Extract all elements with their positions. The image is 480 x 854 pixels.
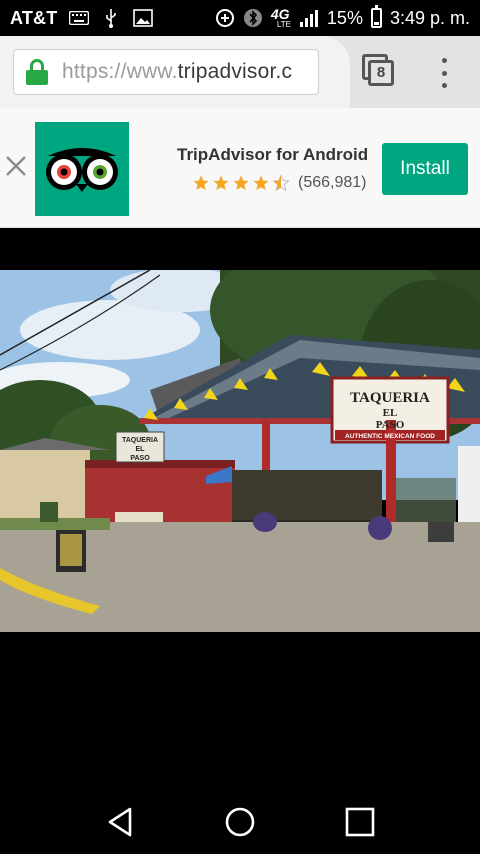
lock-icon[interactable]	[26, 59, 48, 85]
app-title: TripAdvisor for Android	[177, 145, 369, 164]
gallery-icon	[133, 8, 154, 28]
tab-count: 8	[368, 60, 394, 86]
rating-row: (566,981)	[192, 174, 367, 192]
overflow-menu-button[interactable]	[436, 58, 452, 88]
signal-icon	[299, 8, 319, 28]
menu-dot-icon	[441, 83, 447, 88]
rating-count: (566,981)	[298, 174, 367, 191]
browser-toolbar: https://www.tripadvisor.c 8	[0, 36, 480, 108]
bluetooth-icon	[243, 8, 263, 28]
status-bar: AT&T 4G LTE 15% 3:49 p. m.	[0, 0, 480, 36]
small-sign-line3: PASO	[130, 455, 150, 462]
app-logo[interactable]	[35, 122, 129, 216]
star-icon	[213, 175, 229, 191]
data-saver-icon	[215, 8, 235, 28]
restaurant-photo[interactable]: TAQUERIA EL PASO AUTHENTIC MEXICAN FOOD …	[0, 270, 480, 632]
small-sign-line1: TAQUERIA	[122, 437, 158, 444]
carrier-label: AT&T	[10, 7, 58, 28]
close-icon[interactable]	[4, 154, 28, 178]
menu-dot-icon	[441, 58, 447, 63]
system-nav-bar	[0, 790, 480, 854]
back-icon[interactable]	[100, 802, 140, 842]
home-icon[interactable]	[220, 802, 260, 842]
usb-icon	[101, 8, 121, 28]
taqueria-photo-image: TAQUERIA EL PASO AUTHENTIC MEXICAN FOOD …	[0, 270, 480, 632]
battery-percent: 15%	[326, 7, 363, 28]
url-text[interactable]: https://www.tripadvisor.c	[62, 60, 292, 84]
owl-eyes-icon	[46, 148, 118, 192]
half-star-icon	[272, 174, 290, 192]
install-button[interactable]: Install	[382, 143, 468, 195]
network-type-label: 4G LTE	[270, 6, 291, 29]
star-icon	[233, 175, 249, 191]
small-sign-line2: EL	[136, 446, 146, 453]
clock: 3:49 p. m.	[389, 7, 470, 28]
keyboard-icon	[69, 8, 90, 28]
star-icon	[193, 175, 209, 191]
star-icon	[253, 175, 269, 191]
url-scheme: https://www.	[62, 60, 178, 83]
url-host: tripadvisor.c	[177, 60, 293, 83]
sign-title-line2: EL	[383, 407, 398, 419]
sign-title-line3: PASO	[376, 419, 405, 431]
sign-title-line1: TAQUERIA	[350, 390, 430, 406]
url-bar[interactable]: https://www.tripadvisor.c	[13, 49, 319, 95]
app-install-banner: TripAdvisor for Android (566,981) Instal…	[0, 108, 480, 228]
tab-switcher-button[interactable]: 8	[362, 54, 394, 86]
sign-subtitle: AUTHENTIC MEXICAN FOOD	[345, 433, 435, 440]
battery-icon	[370, 5, 382, 28]
recents-icon[interactable]	[340, 802, 380, 842]
menu-dot-icon	[441, 70, 447, 76]
